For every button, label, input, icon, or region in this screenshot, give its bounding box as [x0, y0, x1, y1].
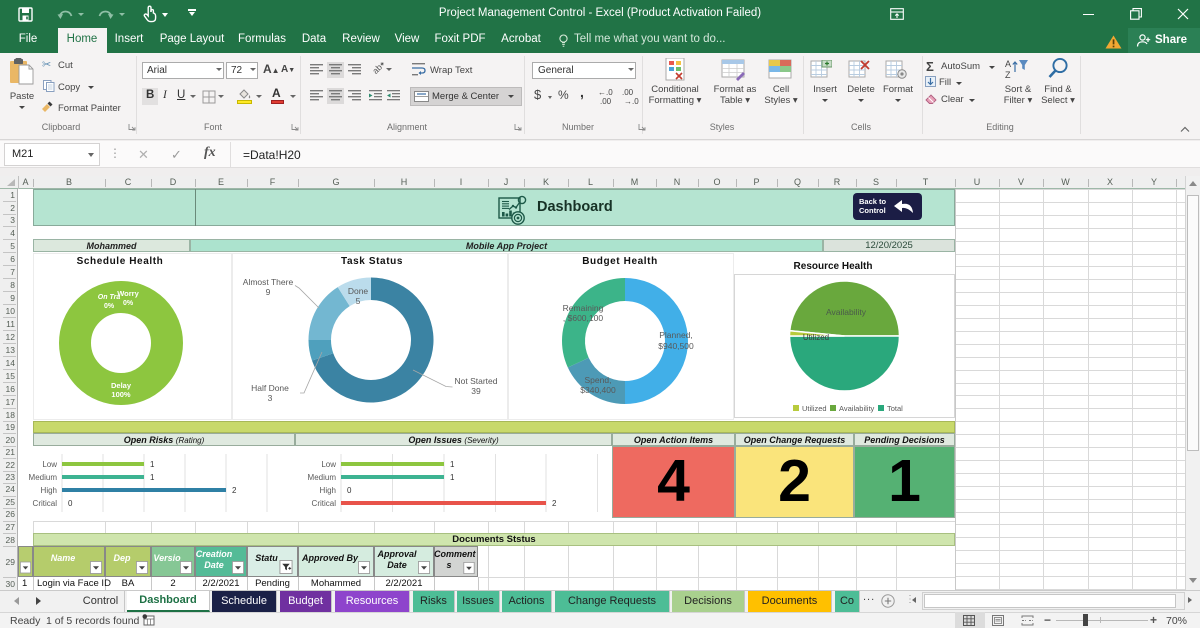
svg-text:Delay: Delay: [111, 381, 132, 390]
svg-text:High: High: [320, 486, 336, 495]
svg-text:Planned,: Planned,: [659, 330, 693, 340]
svg-text:Worry: Worry: [117, 289, 139, 298]
svg-text:1: 1: [450, 473, 455, 482]
svg-text:Z: Z: [1005, 70, 1011, 80]
svg-text:Spend,: Spend,: [585, 375, 612, 385]
svg-text:Remaining: Remaining: [563, 303, 604, 313]
svg-text:Low: Low: [321, 460, 336, 469]
svg-text:Utilized: Utilized: [803, 333, 829, 342]
svg-text:Total: Total: [887, 404, 903, 413]
svg-text:1: 1: [150, 473, 155, 482]
svg-text:0%: 0%: [104, 303, 115, 310]
svg-text:Medium: Medium: [308, 473, 337, 482]
svg-text:Medium: Medium: [29, 473, 58, 482]
svg-text:0: 0: [347, 486, 352, 495]
svg-text:$340,400: $340,400: [580, 385, 616, 395]
svg-text:Critical: Critical: [312, 499, 337, 508]
svg-text:Critical: Critical: [33, 499, 58, 508]
svg-text:2: 2: [232, 486, 237, 495]
svg-text:2: 2: [552, 499, 557, 508]
svg-text:Done: Done: [348, 286, 369, 296]
svg-text:9: 9: [266, 287, 271, 297]
svg-text:100%: 100%: [111, 390, 131, 399]
svg-text:0: 0: [68, 499, 73, 508]
svg-text:$940,500: $940,500: [658, 341, 694, 351]
svg-text:, $600,100: , $600,100: [563, 313, 603, 323]
svg-text:A: A: [1005, 59, 1011, 69]
svg-text:Availability: Availability: [839, 404, 875, 413]
svg-text:3: 3: [268, 393, 273, 403]
svg-text:1: 1: [450, 460, 455, 469]
svg-text:High: High: [41, 486, 57, 495]
svg-text:Low: Low: [42, 460, 57, 469]
svg-text:39: 39: [471, 386, 481, 396]
svg-text:Almost There: Almost There: [243, 277, 294, 287]
svg-text:Utilized: Utilized: [802, 404, 827, 413]
svg-text:1: 1: [150, 460, 155, 469]
svg-text:5: 5: [356, 296, 361, 306]
svg-text:Not Started: Not Started: [455, 376, 498, 386]
svg-text:Half Done: Half Done: [251, 383, 289, 393]
svg-text:Availability: Availability: [826, 307, 867, 317]
svg-text:0%: 0%: [123, 300, 134, 307]
